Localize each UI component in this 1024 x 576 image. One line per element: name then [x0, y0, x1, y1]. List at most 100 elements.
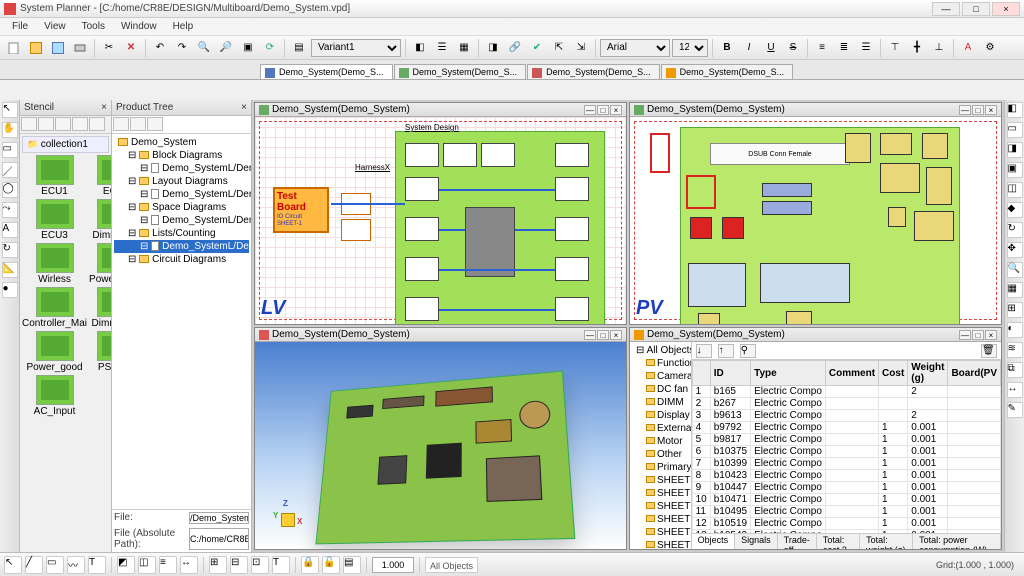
variant-select[interactable]: Variant1 — [311, 39, 401, 57]
rr-measure[interactable]: ↔ — [1007, 382, 1023, 398]
tree-node[interactable]: ⊟ Layout Diagrams — [114, 175, 249, 188]
file-value[interactable] — [189, 512, 249, 524]
menu-help[interactable]: Help — [165, 19, 202, 34]
stencil-item[interactable]: Wirless — [22, 243, 87, 285]
cut-button[interactable]: ✂ — [99, 38, 119, 58]
prop-bottom-tab[interactable]: Trade-off — [778, 534, 817, 549]
stencil-view2[interactable] — [38, 117, 54, 131]
menu-tools[interactable]: Tools — [74, 19, 113, 34]
strike-button[interactable]: S — [783, 38, 803, 58]
minimize-button[interactable]: — — [932, 2, 960, 16]
lv-close[interactable]: × — [610, 105, 622, 115]
lv-canvas[interactable]: System Design HarnessX Test BoardIO Circ… — [255, 117, 626, 324]
tree-root[interactable]: Demo_System — [114, 136, 249, 149]
tree-node[interactable]: ⊟ Demo_SystemL/Demo_Syste — [114, 240, 249, 253]
link-button[interactable]: 🔗 — [505, 38, 525, 58]
rr-persp[interactable]: ◆ — [1007, 202, 1023, 218]
prop-tree-node[interactable]: External — [632, 422, 689, 435]
valign-bot-button[interactable]: ⊥ — [929, 38, 949, 58]
sb-line[interactable]: ╱ — [25, 556, 43, 574]
v3d-max[interactable]: □ — [597, 330, 609, 340]
italic-button[interactable]: I — [739, 38, 759, 58]
tree-node[interactable]: ⊟ Demo_SystemL/Demo_Syster — [114, 188, 249, 201]
rr-ortho[interactable]: ◫ — [1007, 182, 1023, 198]
tab-doc-1[interactable]: Demo_System(Demo_S... — [260, 64, 393, 79]
layers-button[interactable]: ▤ — [289, 38, 309, 58]
print-button[interactable] — [70, 38, 90, 58]
tree-node[interactable]: ⊟ Demo_SystemL/Demo_Syster — [114, 214, 249, 227]
zoom-out-button[interactable]: 🔎 — [216, 38, 236, 58]
import-button[interactable]: ⇲ — [571, 38, 591, 58]
text-tool[interactable]: A — [2, 222, 18, 238]
stencil-item[interactable]: Dimm_Half — [89, 287, 111, 329]
pan-tool[interactable]: ✋ — [2, 122, 18, 138]
prop-tree-node[interactable]: SHEET5 — [632, 487, 689, 500]
rr-wire[interactable]: ⊞ — [1007, 302, 1023, 318]
table-header[interactable]: Board(PV — [948, 361, 1001, 386]
align-left-button[interactable]: ≡ — [812, 38, 832, 58]
tree-node[interactable]: ⊟ Demo_SystemL/Demo_Syster — [114, 162, 249, 175]
lv-testboard[interactable]: Test BoardIO Circuit SHEET-1 — [273, 187, 329, 233]
v3d-min[interactable]: — — [584, 330, 596, 340]
sb-group[interactable]: ⊞ — [209, 556, 227, 574]
sb-stroke[interactable]: ◫ — [138, 556, 156, 574]
tree-close-icon[interactable]: × — [241, 102, 247, 113]
rr-cube[interactable]: ◧ — [1007, 102, 1023, 118]
prop-close[interactable]: × — [985, 330, 997, 340]
prop-tree-node[interactable]: Function bl — [632, 357, 689, 370]
prop-bottom-tab[interactable]: Signals — [735, 534, 778, 549]
stencil-view4[interactable] — [72, 117, 88, 131]
font-select[interactable]: Arial — [600, 39, 670, 57]
lv-max[interactable]: □ — [597, 105, 609, 115]
prop-tree-node[interactable]: Primary — [632, 461, 689, 474]
pv-connector[interactable]: DSUB Conn Female — [710, 143, 850, 165]
rr-note[interactable]: ✎ — [1007, 402, 1023, 418]
table-row[interactable]: 4b9792Electric Compo10.001 — [692, 422, 1000, 434]
prop-delete[interactable]: 🗑 — [981, 344, 997, 358]
stencil-view1[interactable] — [21, 117, 37, 131]
pv-close[interactable]: × — [985, 105, 997, 115]
rr-rotate[interactable]: ↻ — [1007, 222, 1023, 238]
prop-sort-asc[interactable]: ↓ — [696, 344, 712, 358]
measure-tool[interactable]: 📐 — [2, 262, 18, 278]
prop-min[interactable]: — — [959, 330, 971, 340]
table-header[interactable]: Comment — [825, 361, 878, 386]
table-row[interactable]: 9b10447Electric Compo10.001 — [692, 482, 1000, 494]
table-row[interactable]: 6b10375Electric Compo10.001 — [692, 446, 1000, 458]
tab-doc-4[interactable]: Demo_System(Demo_S... — [661, 64, 794, 79]
maximize-button[interactable]: □ — [962, 2, 990, 16]
prop-sort-desc[interactable]: ↑ — [718, 344, 734, 358]
ellipse-tool[interactable]: ◯ — [2, 182, 18, 198]
table-header[interactable] — [692, 361, 710, 386]
rect-tool[interactable]: ▭ — [2, 142, 18, 158]
table-row[interactable]: 1b165Electric Compo2 — [692, 386, 1000, 398]
stencil-item[interactable]: ECU2 — [89, 155, 111, 197]
sb-lock[interactable]: 🔒 — [301, 556, 319, 574]
rotate-tool[interactable]: ↻ — [2, 242, 18, 258]
menu-window[interactable]: Window — [113, 19, 165, 34]
stencil-item[interactable]: ECU3 — [22, 199, 87, 241]
underline-button[interactable]: U — [761, 38, 781, 58]
valign-top-button[interactable]: ⊤ — [885, 38, 905, 58]
prop-tree-node[interactable]: SHEET2 — [632, 539, 689, 549]
stencil-item[interactable]: Power_good — [22, 331, 87, 373]
pv-canvas[interactable]: DSUB Conn Female PV — [630, 117, 1001, 324]
stencil-item[interactable]: Power_Both — [89, 243, 111, 285]
text-color-button[interactable]: A — [958, 38, 978, 58]
redo-button[interactable]: ↷ — [172, 38, 192, 58]
prop-tree-node[interactable]: Display — [632, 409, 689, 422]
table-row[interactable]: 3b9613Electric Compo2 — [692, 410, 1000, 422]
rr-top[interactable]: ▣ — [1007, 162, 1023, 178]
sb-curve[interactable]: 〰 — [67, 556, 85, 574]
new-button[interactable] — [4, 38, 24, 58]
sb-text2[interactable]: T — [272, 556, 290, 574]
zoom-input[interactable] — [372, 557, 414, 573]
table-row[interactable]: 2b267Electric Compo — [692, 398, 1000, 410]
table-row[interactable]: 11b10495Electric Compo10.001 — [692, 506, 1000, 518]
open-button[interactable] — [26, 38, 46, 58]
stencil-view3[interactable] — [55, 117, 71, 131]
table-header[interactable]: ID — [710, 361, 750, 386]
stencil-item[interactable]: Controller_Mai — [22, 287, 87, 329]
prop-max[interactable]: □ — [972, 330, 984, 340]
align-center-button[interactable]: ≣ — [834, 38, 854, 58]
